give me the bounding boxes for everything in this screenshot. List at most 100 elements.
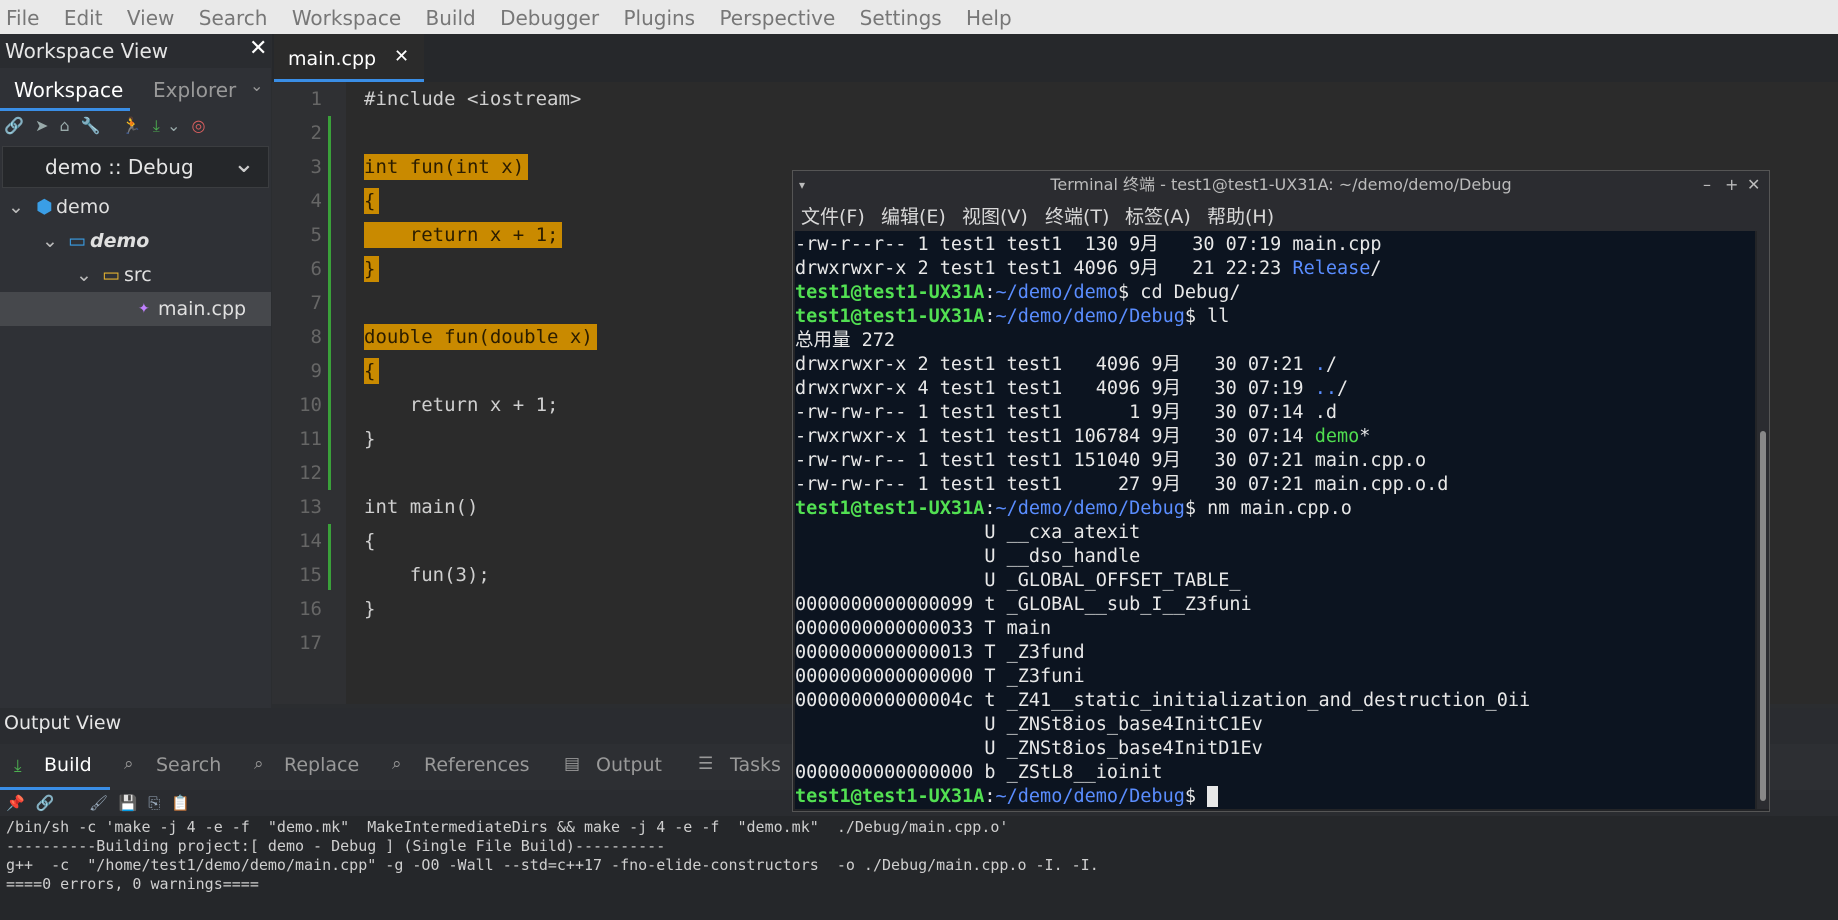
line-number: 10 [299, 394, 322, 416]
chevron-down-icon[interactable]: ⌄ [42, 224, 58, 258]
line-number: 11 [299, 428, 322, 450]
stop-icon[interactable]: ◎ [191, 116, 205, 135]
menu-file[interactable]: File [6, 0, 39, 30]
code-line[interactable]: fun(3); [364, 562, 494, 588]
line-number: 8 [310, 326, 322, 348]
tab-output[interactable]: Output [596, 754, 662, 776]
terminal-window[interactable]: ▾ Terminal 终端 - test1@test1-UX31A: ~/dem… [792, 170, 1770, 812]
code-line[interactable]: { [364, 188, 380, 214]
workspace-tabs: Workspace Explorer ⌄ [0, 70, 271, 111]
menu-perspective[interactable]: Perspective [719, 0, 835, 30]
terminal-scrollbar[interactable] [1757, 231, 1769, 809]
tab-main-cpp[interactable]: main.cpp ✕ [274, 34, 424, 82]
code-line[interactable]: { [364, 358, 380, 384]
workspace-title: Workspace View [5, 39, 169, 63]
menu-build[interactable]: Build [426, 0, 476, 30]
line-number: 4 [310, 190, 322, 212]
menu-debugger[interactable]: Debugger [500, 0, 599, 30]
pin-icon[interactable]: 📌 [6, 794, 25, 812]
copy-icon[interactable]: ⎘ [148, 794, 160, 812]
close-icon[interactable]: ✕ [394, 46, 409, 67]
tab-replace[interactable]: Replace [284, 754, 359, 776]
build-icon[interactable]: ⤓ [153, 116, 160, 135]
menu-plugins[interactable]: Plugins [623, 0, 695, 30]
menu-workspace[interactable]: Workspace [292, 0, 401, 30]
brush-icon[interactable]: 🖌 [89, 794, 108, 812]
chevron-down-icon[interactable]: ⌄ [76, 258, 92, 292]
code-line[interactable] [364, 290, 368, 294]
code-line[interactable]: } [364, 596, 379, 622]
log-line: ====0 errors, 0 warnings==== [6, 875, 259, 893]
terminal-menu-help[interactable]: 帮助(H) [1207, 202, 1274, 229]
code-line[interactable]: { [364, 528, 379, 554]
tab-references[interactable]: References [424, 754, 530, 776]
code-line[interactable] [364, 120, 368, 124]
code-line[interactable]: return x + 1; [364, 222, 563, 248]
save-icon[interactable]: 💾 [119, 794, 138, 812]
tree-item-file[interactable]: ✦ main.cpp [0, 292, 271, 326]
terminal-line: 0000000000000033 T main [795, 618, 1052, 639]
wrench-icon[interactable]: 🔧 [81, 116, 101, 135]
menu-help[interactable]: Help [966, 0, 1012, 30]
code-line[interactable] [364, 460, 368, 464]
terminal-output[interactable]: -rw-r--r-- 1 test1 test1 130 9月 30 07:19… [795, 231, 1755, 809]
tree-item-workspace[interactable]: ⌄ ⬢ demo [0, 190, 271, 224]
window-menu-icon[interactable]: ▾ [799, 171, 805, 199]
close-icon[interactable]: ✕ [1747, 171, 1760, 199]
line-number: 3 [310, 156, 322, 178]
change-marker [328, 116, 331, 490]
config-selector[interactable]: demo :: Debug ⌄ [2, 146, 269, 188]
config-label: demo :: Debug [45, 155, 194, 179]
menu-search[interactable]: Search [199, 0, 268, 30]
chevron-down-icon[interactable]: ⌄ [167, 116, 180, 135]
code-line[interactable]: #include <iostream> [364, 86, 585, 112]
terminal-menu-tabs[interactable]: 标签(A) [1125, 202, 1191, 229]
link-icon[interactable]: 🔗 [4, 116, 24, 135]
terminal-title-bar[interactable]: ▾ Terminal 终端 - test1@test1-UX31A: ~/dem… [793, 171, 1769, 199]
code-line[interactable]: int main() [364, 494, 482, 520]
terminal-line: 0000000000000099 t _GLOBAL__sub_I__Z3fun… [795, 594, 1252, 615]
chevron-down-icon[interactable]: ⌄ [250, 76, 263, 95]
code-line[interactable]: } [364, 256, 380, 282]
chevron-down-icon[interactable]: ⌄ [8, 190, 24, 224]
code-line[interactable]: double fun(double x) [364, 324, 597, 350]
code-line[interactable] [364, 630, 368, 634]
line-number: 15 [299, 564, 322, 586]
close-icon[interactable]: ✕ [249, 36, 267, 61]
scrollbar-thumb[interactable] [1760, 431, 1766, 801]
paste-icon[interactable]: 📋 [171, 794, 190, 812]
prompt-path: ~/demo/demo [995, 282, 1119, 303]
line-number: 17 [299, 632, 322, 654]
tree-item-folder[interactable]: ⌄ ▭ src [0, 258, 271, 292]
tab-tasks[interactable]: Tasks [730, 754, 781, 776]
terminal-line: test1@test1-UX31A:~/demo/demo/Debug$ nm … [795, 498, 1352, 519]
code-line[interactable]: } [364, 426, 379, 452]
run-icon[interactable]: 🏃 [122, 116, 142, 135]
build-log[interactable]: /bin/sh -c 'make -j 4 -e -f "demo.mk" Ma… [0, 816, 1838, 920]
tree-item-project[interactable]: ⌄ ▭ demo [0, 224, 271, 258]
terminal-menu-terminal[interactable]: 终端(T) [1045, 202, 1109, 229]
log-line: /bin/sh -c 'make -j 4 -e -f "demo.mk" Ma… [6, 818, 1009, 836]
tab-build[interactable]: Build [44, 754, 92, 776]
home-icon[interactable]: ⌂ [60, 116, 70, 135]
line-number: 14 [299, 530, 322, 552]
code-line[interactable]: int fun(int x) [364, 154, 529, 180]
tab-workspace[interactable]: Workspace [14, 78, 123, 102]
menu-edit[interactable]: Edit [64, 0, 103, 30]
project-folder-icon: ▭ [68, 230, 86, 252]
menu-view[interactable]: View [127, 0, 174, 30]
terminal-line: -rwxrwxr-x 1 test1 test1 106784 9月 30 07… [795, 426, 1371, 447]
tab-search[interactable]: Search [156, 754, 221, 776]
menu-settings[interactable]: Settings [860, 0, 942, 30]
maximize-icon[interactable]: + [1725, 171, 1738, 199]
tab-explorer[interactable]: Explorer [153, 78, 236, 102]
minimize-icon[interactable]: – [1703, 171, 1711, 199]
code-line[interactable]: return x + 1; [364, 392, 562, 418]
tab-label: main.cpp [288, 48, 377, 70]
terminal-menu-edit[interactable]: 编辑(E) [881, 202, 946, 229]
terminal-menu-view[interactable]: 视图(V) [962, 202, 1028, 229]
line-number: 6 [310, 258, 322, 280]
terminal-menu-file[interactable]: 文件(F) [801, 202, 865, 229]
send-icon[interactable]: ➤ [35, 116, 48, 135]
link-icon[interactable]: 🔗 [35, 794, 54, 812]
